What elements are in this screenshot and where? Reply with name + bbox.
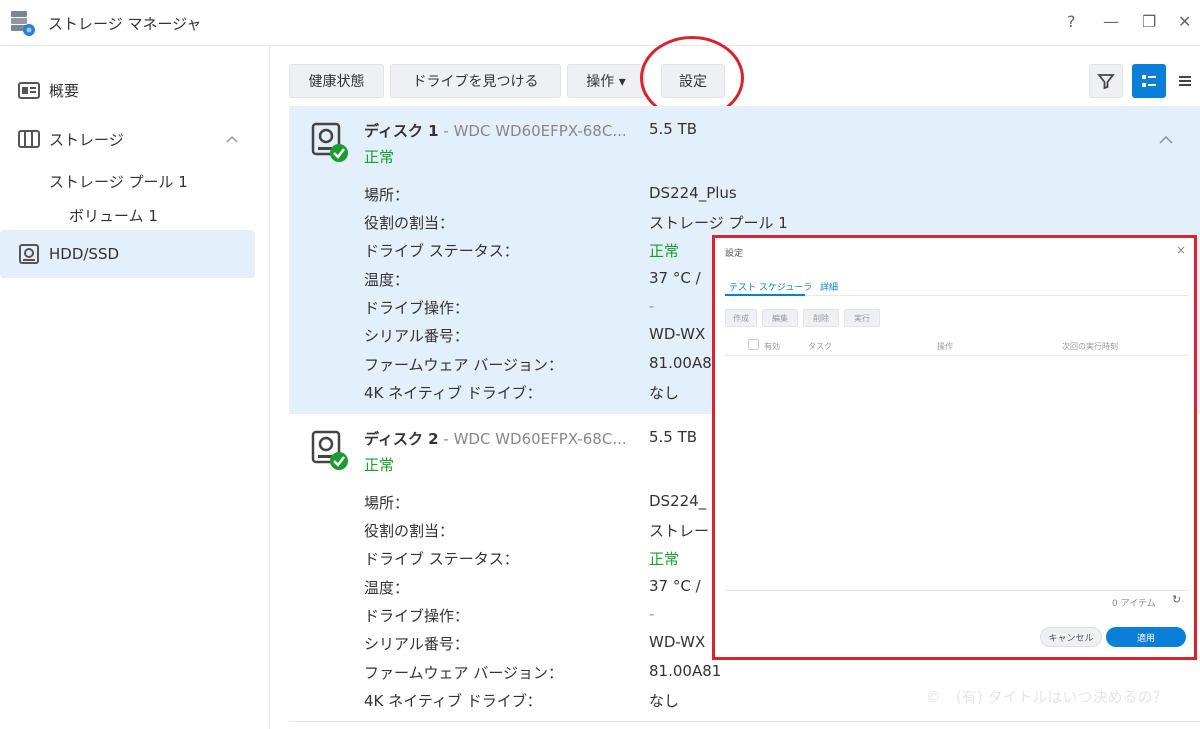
overview-icon bbox=[18, 82, 40, 99]
serial-value: WD-WX bbox=[649, 325, 706, 343]
firmware-value: 81.00A81 bbox=[649, 662, 722, 680]
apply-button[interactable]: 適用 bbox=[1106, 627, 1186, 647]
active-tab-indicator bbox=[725, 294, 805, 296]
drive-operation-value: - bbox=[649, 297, 655, 315]
storage-icon bbox=[18, 130, 40, 148]
chevron-up-icon[interactable] bbox=[1159, 136, 1173, 144]
firmware-label: ファームウェア バージョン： bbox=[364, 664, 564, 682]
sidebar-item-overview[interactable]: 概要 bbox=[0, 66, 255, 114]
close-window-button[interactable]: ✕ bbox=[1178, 12, 1191, 31]
temperature-value: 37 °C / bbox=[649, 269, 701, 287]
drive-operation-value: - bbox=[649, 605, 655, 623]
refresh-icon[interactable]: ↻ bbox=[1172, 593, 1181, 606]
disk-size: 5.5 TB bbox=[649, 428, 698, 446]
health-button[interactable]: 健康状態 bbox=[289, 64, 384, 98]
drive-status-label: ドライブ ステータス： bbox=[364, 550, 519, 568]
hdd-icon bbox=[19, 244, 39, 264]
disk-model: - WDC WD60EFPX-68C... bbox=[438, 430, 627, 448]
chevron-up-icon[interactable] bbox=[226, 135, 238, 143]
temperature-label: 温度： bbox=[364, 579, 410, 597]
role-label: 役割の割当： bbox=[364, 214, 455, 232]
sidebar: 概要 ストレージ ストレージ プール 1 ボリューム 1 HDD/SSD bbox=[0, 46, 270, 729]
restore-button[interactable]: ❐ bbox=[1142, 12, 1156, 31]
sidebar-item-storage[interactable]: ストレージ bbox=[0, 115, 255, 163]
watermark: © (有) タイトルはいつ決めるの？ bbox=[926, 688, 1168, 706]
help-button[interactable]: ? bbox=[1067, 12, 1076, 31]
find-drive-button[interactable]: ドライブを見つける bbox=[390, 64, 561, 98]
sidebar-item-hdd-ssd[interactable]: HDD/SSD bbox=[0, 230, 255, 278]
storage-manager-app-icon bbox=[11, 11, 35, 36]
detail-view-icon[interactable] bbox=[1132, 64, 1166, 98]
disk-status: 正常 bbox=[364, 456, 395, 474]
4k-native-label: 4K ネイティブ ドライブ： bbox=[364, 384, 542, 402]
serial-label: シリアル番号： bbox=[364, 635, 469, 653]
disk-model: - WDC WD60EFPX-68C... bbox=[438, 122, 627, 140]
disk-title: ディスク 2 - WDC WD60EFPX-68C... bbox=[364, 428, 627, 449]
column-next-run: 次回の実行時刻 bbox=[1062, 342, 1118, 351]
edit-button[interactable]: 編集 bbox=[762, 309, 798, 327]
delete-button[interactable]: 削除 bbox=[803, 309, 839, 327]
drive-operation-label: ドライブ操作： bbox=[364, 299, 470, 317]
close-icon[interactable]: × bbox=[1176, 243, 1186, 257]
sidebar-item-label: 概要 bbox=[49, 81, 80, 100]
sidebar-item-label: HDD/SSD bbox=[49, 245, 120, 263]
role-value: ストレージ プール 1 bbox=[649, 214, 788, 232]
item-count: 0 アイテム bbox=[1112, 599, 1156, 609]
create-button[interactable]: 作成 bbox=[725, 309, 757, 327]
drive-operation-label: ドライブ操作： bbox=[364, 607, 470, 625]
disk-name: ディスク 2 bbox=[364, 430, 439, 448]
4k-native-label: 4K ネイティブ ドライブ： bbox=[364, 692, 542, 710]
drive-status-value: 正常 bbox=[649, 550, 680, 568]
dialog-title: 設定 bbox=[725, 249, 744, 259]
table-header-divider bbox=[725, 355, 1188, 356]
cancel-button[interactable]: キャンセル bbox=[1040, 627, 1102, 647]
hdd-ok-icon bbox=[311, 122, 348, 162]
sidebar-item-storage-pool[interactable]: ストレージ プール 1 bbox=[49, 171, 188, 192]
temperature-value: 37 °C / bbox=[649, 577, 701, 595]
sidebar-item-label: ストレージ bbox=[49, 130, 124, 149]
4k-native-value: なし bbox=[649, 384, 680, 402]
disk-name: ディスク 1 bbox=[364, 122, 439, 140]
drive-status-value: 正常 bbox=[649, 242, 680, 260]
firmware-value: 81.00A8 bbox=[649, 354, 712, 372]
minimize-button[interactable]: — bbox=[1103, 12, 1119, 31]
4k-native-value: なし bbox=[649, 692, 680, 710]
tab-advanced[interactable]: 詳細 bbox=[820, 280, 838, 293]
disk-status: 正常 bbox=[364, 148, 395, 166]
window-title: ストレージ マネージャ bbox=[48, 15, 202, 33]
select-all-checkbox[interactable] bbox=[748, 339, 759, 350]
column-action: 操作 bbox=[937, 342, 953, 351]
list-view-icon[interactable] bbox=[1168, 64, 1200, 98]
disk-title: ディスク 1 - WDC WD60EFPX-68C... bbox=[364, 120, 627, 141]
location-label: 場所： bbox=[364, 186, 410, 204]
serial-value: WD-WX bbox=[649, 633, 706, 651]
role-label: 役割の割当： bbox=[364, 522, 455, 540]
column-task: タスク bbox=[808, 342, 832, 351]
location-value: DS224_ bbox=[649, 492, 707, 510]
storage-manager-window: ストレージ マネージャ ? — ❐ ✕ 概要 ストレージ ストレージ プール 1… bbox=[0, 0, 1200, 729]
hdd-ok-icon bbox=[311, 430, 348, 470]
serial-label: シリアル番号： bbox=[364, 327, 469, 345]
disk-size: 5.5 TB bbox=[649, 120, 698, 138]
location-value: DS224_Plus bbox=[649, 184, 737, 202]
location-label: 場所： bbox=[364, 494, 410, 512]
filter-icon[interactable] bbox=[1089, 64, 1123, 98]
settings-dialog: 設定 × テスト スケジューラ 詳細 作成 編集 削除 実行 有効 タスク 操作… bbox=[712, 235, 1197, 660]
role-value: ストレー bbox=[649, 522, 710, 540]
temperature-label: 温度： bbox=[364, 271, 410, 289]
title-bar: ストレージ マネージャ ? — ❐ ✕ bbox=[0, 0, 1200, 46]
column-enabled: 有効 bbox=[764, 342, 780, 351]
firmware-label: ファームウェア バージョン： bbox=[364, 356, 564, 374]
run-button[interactable]: 実行 bbox=[844, 309, 880, 327]
tab-test-scheduler[interactable]: テスト スケジューラ bbox=[729, 280, 812, 293]
sidebar-item-volume[interactable]: ボリューム 1 bbox=[69, 205, 158, 226]
action-dropdown-button[interactable]: 操作 ▾ bbox=[567, 64, 645, 98]
table-footer-divider bbox=[725, 590, 1188, 591]
drive-status-label: ドライブ ステータス： bbox=[364, 242, 519, 260]
